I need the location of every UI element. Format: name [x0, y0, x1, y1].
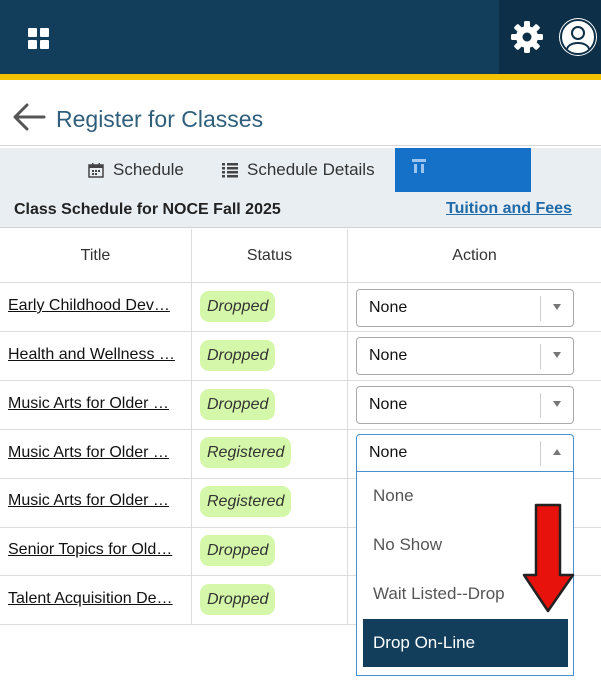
red-arrow-down-icon: [522, 503, 575, 613]
action-select-value: None: [369, 396, 408, 413]
status-badge: Dropped: [200, 584, 276, 615]
tab-schedule[interactable]: Schedule: [88, 148, 184, 192]
list-icon: [222, 163, 238, 178]
course-title-link[interactable]: Senior Topics for Old…: [8, 541, 184, 559]
course-title-link[interactable]: Music Arts for Older …: [8, 444, 184, 462]
status-badge: Dropped: [200, 340, 276, 371]
page-title: Register for Classes: [56, 106, 264, 132]
grid-icon[interactable]: [28, 28, 50, 50]
action-select-open[interactable]: None: [356, 434, 574, 472]
gear-icon[interactable]: [510, 20, 544, 54]
status-badge: Registered: [200, 437, 292, 468]
tab-schedule-label: Schedule: [113, 160, 184, 179]
summary-icon: [412, 159, 426, 173]
course-title-link[interactable]: Health and Wellness …: [8, 346, 184, 364]
status-badge: Dropped: [200, 389, 276, 420]
column-header-title: Title: [80, 246, 111, 264]
action-select[interactable]: None: [356, 337, 574, 375]
tab-summary[interactable]: [395, 148, 531, 192]
course-title-link[interactable]: Music Arts for Older …: [8, 395, 184, 413]
tuition-and-fees-link[interactable]: Tuition and Fees: [446, 200, 572, 218]
course-title-link[interactable]: Music Arts for Older …: [8, 492, 184, 510]
status-badge: Registered: [200, 486, 292, 517]
calendar-icon: [88, 163, 104, 178]
tab-schedule-details-label: Schedule Details: [247, 160, 375, 179]
course-title-link[interactable]: Talent Acquisition De…: [8, 590, 184, 608]
status-badge: Dropped: [200, 535, 276, 566]
arrow-left-icon[interactable]: [12, 100, 46, 134]
action-select-value: None: [369, 299, 408, 316]
column-header-status: Status: [246, 246, 293, 264]
dropdown-option-drop-on-line[interactable]: Drop On-Line: [363, 619, 568, 667]
chevron-up-icon: [553, 449, 561, 455]
header-accent-stripe: [0, 74, 601, 80]
status-badge: Dropped: [200, 291, 276, 322]
column-header-action: Action: [452, 246, 497, 264]
tab-schedule-details[interactable]: Schedule Details: [222, 148, 375, 192]
action-select[interactable]: None: [356, 289, 574, 327]
chevron-down-icon: [553, 304, 561, 310]
chevron-down-icon: [553, 401, 561, 407]
action-select-value: None: [369, 444, 408, 461]
schedule-title: Class Schedule for NOCE Fall 2025: [14, 201, 281, 218]
chevron-down-icon: [553, 352, 561, 358]
course-title-link[interactable]: Early Childhood Dev…: [8, 297, 184, 315]
action-select[interactable]: None: [356, 386, 574, 424]
action-select-value: None: [369, 347, 408, 364]
user-avatar-icon[interactable]: [559, 18, 597, 56]
